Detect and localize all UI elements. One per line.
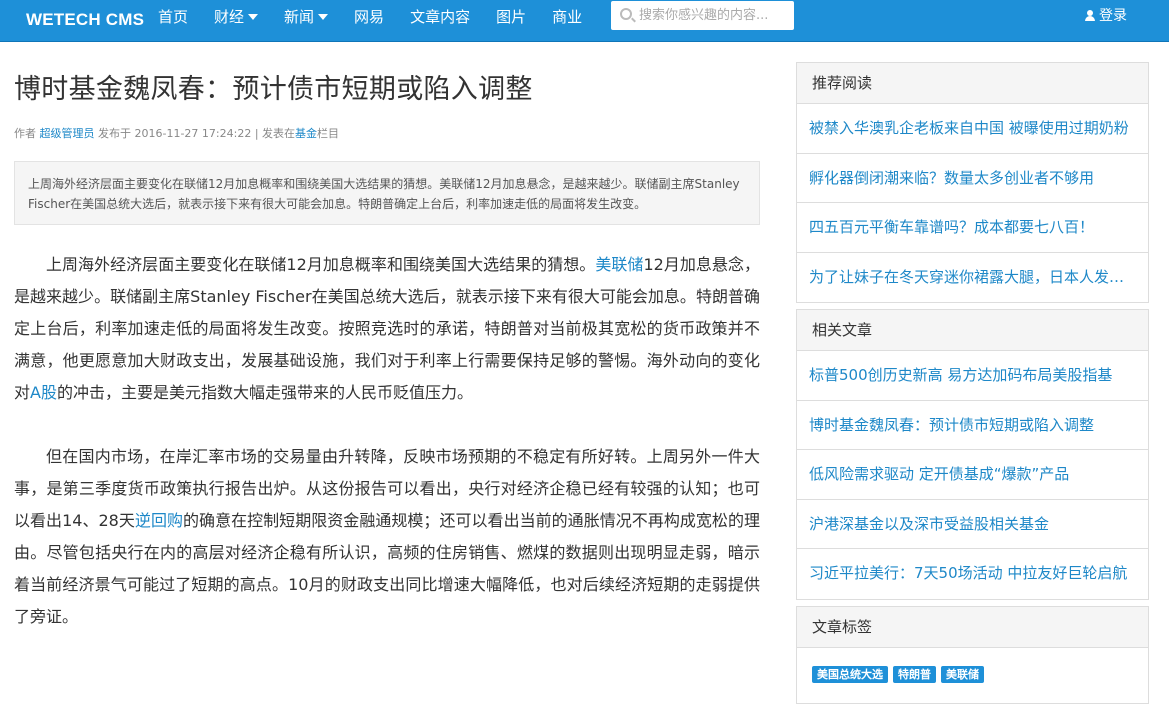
article-body: 上周海外经济层面主要变化在联储12月加息概率和围绕美国大选结果的猜想。美联储12… xyxy=(14,249,760,633)
tag-badge[interactable]: 美国总统大选 xyxy=(812,666,888,683)
nav-business[interactable]: 商业 xyxy=(539,0,595,42)
tag-badge[interactable]: 美联储 xyxy=(941,666,984,683)
published-time: 2016-11-27 17:24:22 xyxy=(134,127,252,140)
related-item[interactable]: 沪港深基金以及深市受益股相关基金 xyxy=(797,500,1148,549)
recommended-item[interactable]: 四五百元平衡车靠谱吗？成本都要七八百！ xyxy=(797,203,1148,253)
author-link[interactable]: 超级管理员 xyxy=(40,127,95,140)
nav-home[interactable]: 首页 xyxy=(145,0,201,42)
search-icon xyxy=(620,8,632,20)
nav-label: 网易 xyxy=(354,8,385,26)
related-item[interactable]: 标普500创历史新高 易方达加码布局美股指基 xyxy=(797,351,1148,401)
nav-finance-dropdown[interactable]: 财经 xyxy=(201,0,271,42)
article-summary: 上周海外经济层面主要变化在联储12月加息概率和围绕美国大选结果的猜想。美联储12… xyxy=(14,161,760,225)
related-item[interactable]: 博时基金魏凤春：预计债市短期或陷入调整 xyxy=(797,401,1148,450)
related-item[interactable]: 习近平拉美行：7天50场活动 中拉友好巨轮启航 xyxy=(797,549,1148,599)
login-label: 登录 xyxy=(1099,8,1127,24)
article-meta: 作者 超级管理员 发布于 2016-11-27 17:24:22 | 发表在基金… xyxy=(14,126,764,142)
nav-netease[interactable]: 网易 xyxy=(341,0,397,42)
text: 12月加息悬念，是越来越少。联储副主席Stanley Fischer在美国总统大… xyxy=(14,255,760,402)
text: 的冲击，主要是美元指数大幅走强带来的人民币贬值压力。 xyxy=(56,383,473,402)
user-icon xyxy=(1085,10,1095,21)
caret-down-icon xyxy=(318,14,329,20)
nav-images[interactable]: 图片 xyxy=(483,0,539,42)
nav-label: 图片 xyxy=(496,8,527,26)
panel-heading: 相关文章 xyxy=(797,310,1148,351)
nav-label: 首页 xyxy=(158,8,189,26)
related-item[interactable]: 低风险需求驱动 定开债基成“爆款”产品 xyxy=(797,450,1148,500)
nav-label: 商业 xyxy=(552,8,583,26)
keyword-link[interactable]: 逆回购 xyxy=(135,511,183,530)
paragraph: 上周海外经济层面主要变化在联储12月加息概率和围绕美国大选结果的猜想。美联储12… xyxy=(14,249,760,409)
author-prefix: 作者 xyxy=(14,127,36,140)
panel-heading: 文章标签 xyxy=(797,607,1148,648)
search-input[interactable] xyxy=(639,1,789,30)
recommended-item[interactable]: 孵化器倒闭潮来临？数量太多创业者不够用 xyxy=(797,154,1148,203)
keyword-link[interactable]: A股 xyxy=(30,383,57,402)
recommended-item[interactable]: 为了让妹子在冬天穿迷你裙露大腿，日本人发明了 xyxy=(797,253,1148,303)
tag-list: 美国总统大选 特朗普 美联储 xyxy=(797,648,1148,703)
recommended-item[interactable]: 被禁入华澳乳企老板来自中国 被曝使用过期奶粉 xyxy=(797,104,1148,154)
nav-label: 财经 xyxy=(214,8,245,26)
text: 上周海外经济层面主要变化在联储12月加息概率和围绕美国大选结果的猜想。 xyxy=(46,255,596,274)
caret-down-icon xyxy=(248,14,259,20)
search-box xyxy=(611,1,794,30)
nav-article-content[interactable]: 文章内容 xyxy=(397,0,483,42)
main-nav: 首页 财经 新闻 网易 文章内容 图片 商业 xyxy=(145,0,595,42)
nav-label: 文章内容 xyxy=(410,8,471,26)
article-title: 博时基金魏凤春：预计债市短期或陷入调整 xyxy=(14,74,533,105)
tag-badge[interactable]: 特朗普 xyxy=(893,666,936,683)
related-panel: 相关文章 标普500创历史新高 易方达加码布局美股指基 博时基金魏凤春：预计债市… xyxy=(796,309,1149,600)
top-navbar: WETECH CMS 首页 财经 新闻 网易 文章内容 图片 商业 登录 xyxy=(0,0,1169,42)
column-prefix: | 发表在 xyxy=(254,127,296,140)
login-button[interactable]: 登录 xyxy=(1085,0,1127,32)
keyword-link[interactable]: 美联储 xyxy=(595,255,643,274)
article: 博时基金魏凤春：预计债市短期或陷入调整 作者 超级管理员 发布于 2016-11… xyxy=(14,42,764,665)
recommended-panel: 推荐阅读 被禁入华澳乳企老板来自中国 被曝使用过期奶粉 孵化器倒闭潮来临？数量太… xyxy=(796,62,1149,303)
column-suffix: 栏目 xyxy=(317,127,340,140)
paragraph: 但在国内市场，在岸汇率市场的交易量由升转降，反映市场预期的不稳定有所好转。上周另… xyxy=(14,441,760,633)
tags-panel: 文章标签 美国总统大选 特朗普 美联储 xyxy=(796,606,1149,704)
published-prefix: 发布于 xyxy=(98,127,131,140)
column-link[interactable]: 基金 xyxy=(295,127,317,140)
nav-label: 新闻 xyxy=(284,8,315,26)
panel-heading: 推荐阅读 xyxy=(797,63,1148,104)
nav-news-dropdown[interactable]: 新闻 xyxy=(271,0,341,42)
brand-logo[interactable]: WETECH CMS xyxy=(26,0,144,42)
